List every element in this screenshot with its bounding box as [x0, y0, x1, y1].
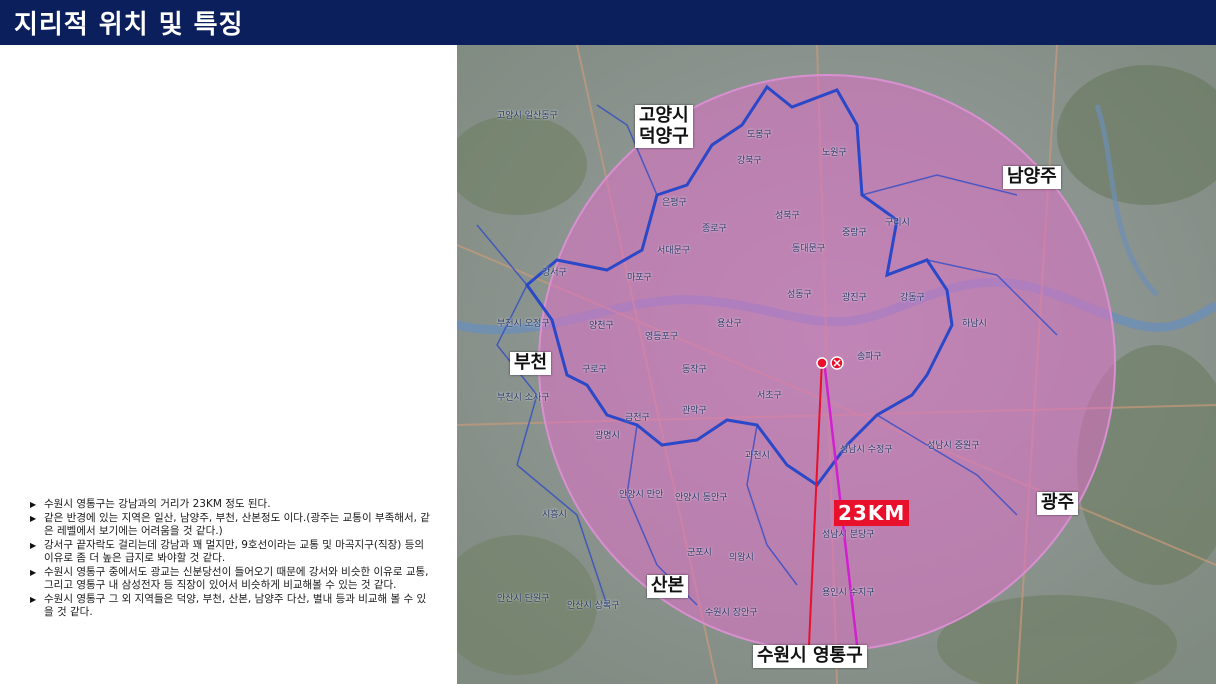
district-label: 성동구: [787, 290, 812, 300]
note-item: 수원시 영통구는 강남과의 거리가 23KM 정도 된다.: [30, 498, 430, 512]
note-item: 강서구 끝자락도 걸리는데 강남과 꽤 멀지만, 9호선이라는 교통 및 마곡지…: [30, 539, 430, 566]
district-label: 의왕시: [729, 553, 754, 563]
district-label: 안양시 동안구: [675, 493, 728, 503]
district-label: 구로구: [582, 365, 607, 375]
district-label: 고양시 일산동구: [497, 111, 558, 121]
district-label: 마포구: [627, 273, 652, 283]
district-label: 수원시 장안구: [705, 608, 758, 618]
district-label: 중랑구: [842, 228, 867, 238]
district-label: 부천시 오정구: [497, 319, 550, 329]
notes-list: 수원시 영통구는 강남과의 거리가 23KM 정도 된다. 같은 반경에 있는 …: [30, 498, 430, 620]
region-map: 고양시 일산동구 도봉구 노원구 강북구 은평구 성북구 종로구 중랑구 서대문…: [457, 45, 1216, 684]
district-label: 금천구: [625, 413, 650, 423]
district-label: 과천시: [745, 451, 770, 461]
district-label: 관악구: [682, 406, 707, 416]
district-label: 구리시: [885, 218, 910, 228]
distance-label: 23KM: [834, 500, 910, 526]
label-gwangju: 광주: [1037, 492, 1079, 515]
label-suwon-yeongtong: 수원시 영통구: [753, 645, 867, 668]
district-label: 영등포구: [645, 332, 679, 342]
district-label: 강동구: [900, 293, 925, 303]
district-label: 서대문구: [657, 246, 691, 256]
district-label: 광진구: [842, 293, 867, 303]
district-label: 하남시: [962, 319, 987, 329]
district-label: 안산시 단원구: [497, 594, 550, 604]
district-label: 성남시 중원구: [927, 441, 980, 451]
district-label: 광명시: [595, 431, 620, 441]
note-item: 수원시 영통구 중에서도 광교는 신분당선이 들어오기 때문에 강서와 비슷한 …: [30, 566, 430, 593]
district-label: 시흥시: [542, 510, 567, 520]
district-label: 종로구: [702, 224, 727, 234]
district-label: 성남시 수정구: [840, 445, 893, 455]
label-sanbon: 산본: [647, 575, 689, 598]
district-label: 노원구: [822, 148, 847, 158]
district-label: 서초구: [757, 391, 782, 401]
district-label: 강서구: [542, 268, 567, 278]
district-label: 도봉구: [747, 130, 772, 140]
district-label: 용인시 수지구: [822, 588, 875, 598]
district-label: 성북구: [775, 211, 800, 221]
origin-marker: [816, 357, 828, 369]
label-bucheon: 부천: [510, 352, 552, 375]
district-label: 성남시 분당구: [822, 530, 875, 540]
district-label: 부천시 소사구: [497, 393, 550, 403]
note-item: 같은 반경에 있는 지역은 일산, 남양주, 부천, 산본정도 이다.(광주는 …: [30, 512, 430, 539]
label-namyangju: 남양주: [1003, 166, 1061, 189]
district-label: 강북구: [737, 156, 762, 166]
page-header: 지리적 위치 및 특징: [0, 0, 1216, 45]
district-label: 동작구: [682, 365, 707, 375]
page-title: 지리적 위치 및 특징: [14, 10, 244, 40]
district-label: 양천구: [589, 321, 614, 331]
district-label: 용산구: [717, 319, 742, 329]
district-label: 안양시 만안: [619, 490, 664, 500]
district-label: 안산시 상록구: [567, 601, 620, 611]
district-label: 군포시: [687, 548, 712, 558]
label-goyang: 고양시 덕양구: [635, 105, 693, 149]
district-label: 동대문구: [792, 244, 826, 254]
district-label: 송파구: [857, 352, 882, 362]
note-item: 수원시 영통구 그 외 지역들은 덕양, 부천, 산본, 남양주 다산, 별내 …: [30, 593, 430, 620]
district-label: 은평구: [662, 198, 687, 208]
